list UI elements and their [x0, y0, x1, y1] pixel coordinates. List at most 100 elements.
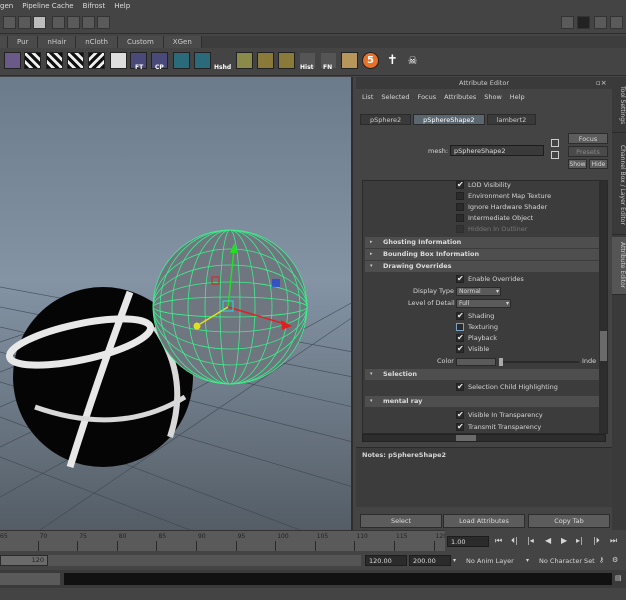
panel-toggle-icon[interactable]: [610, 16, 623, 29]
shelf-tab-partial[interactable]: [0, 36, 8, 48]
ae-menu-focus[interactable]: Focus: [418, 93, 437, 101]
shelf-tab-pur[interactable]: Pur: [8, 36, 39, 48]
output-connection-icon[interactable]: [551, 151, 559, 159]
shelf-tool-icon-7[interactable]: [341, 52, 358, 69]
copy-tab-button[interactable]: Copy Tab: [528, 514, 610, 528]
status-icon-6[interactable]: [82, 16, 95, 29]
playback-checkbox[interactable]: [456, 332, 464, 343]
badge-icon[interactable]: 5: [362, 52, 379, 69]
shelf-tab-custom[interactable]: Custom: [117, 36, 164, 48]
step-forward-icon[interactable]: |⏵: [593, 536, 600, 546]
focus-button[interactable]: Focus: [568, 133, 608, 144]
checker-icon-2[interactable]: [46, 52, 63, 69]
level-of-detail-dropdown[interactable]: Full: [456, 299, 511, 308]
current-frame-field[interactable]: 1.00: [447, 536, 489, 547]
shelf-tab-nhair[interactable]: nHair: [38, 36, 77, 48]
play-forward-icon[interactable]: ▶: [561, 536, 567, 545]
hide-button[interactable]: Hide: [589, 159, 608, 169]
color-swatch[interactable]: [456, 358, 496, 366]
skeleton-icon[interactable]: ✝: [384, 52, 401, 69]
mesh-name-field[interactable]: pSphereShape2: [450, 145, 544, 156]
shelf-tool-icon-1[interactable]: [4, 52, 21, 69]
shelf-tool-icon-4[interactable]: [236, 52, 253, 69]
tab-lambert2[interactable]: lambert2: [486, 114, 537, 125]
display-type-dropdown[interactable]: Normal: [456, 287, 501, 296]
horizontal-scrollbar-thumb[interactable]: [456, 435, 476, 441]
menu-item-help[interactable]: Help: [114, 2, 130, 10]
mel-input[interactable]: [0, 573, 60, 585]
go-to-start-icon[interactable]: ⏮: [495, 536, 502, 546]
enable-overrides-checkbox[interactable]: [456, 273, 464, 284]
menu-item-bifrost[interactable]: Bifrost: [83, 2, 106, 10]
status-icon-2[interactable]: [18, 16, 31, 29]
presets-button[interactable]: Presets: [568, 146, 608, 157]
transmit-transparency-checkbox[interactable]: [456, 421, 464, 432]
status-icon-3[interactable]: [33, 16, 46, 29]
load-attributes-button[interactable]: Load Attributes: [443, 514, 525, 528]
ae-menu-help[interactable]: Help: [510, 93, 525, 101]
vertical-scrollbar[interactable]: [599, 181, 607, 433]
lod-visibility-checkbox[interactable]: [456, 181, 464, 190]
char-set-label[interactable]: No Character Set: [539, 557, 595, 565]
select-button[interactable]: Select: [360, 514, 442, 528]
tab-psphere2[interactable]: pSphere2: [360, 114, 412, 125]
play-backward-icon[interactable]: ◀: [545, 536, 551, 545]
anim-end-field[interactable]: 200.00: [409, 555, 451, 566]
ae-menu-attributes[interactable]: Attributes: [444, 93, 476, 101]
selection-child-checkbox[interactable]: [456, 381, 464, 392]
status-icon-7[interactable]: [97, 16, 110, 29]
snap-icon[interactable]: [561, 16, 574, 29]
checker-icon-4[interactable]: [88, 52, 105, 69]
input-connection-icon[interactable]: [551, 139, 559, 147]
section-drawing-overrides[interactable]: Drawing Overrides: [365, 261, 599, 272]
checker-icon-3[interactable]: [67, 52, 84, 69]
shading-checkbox[interactable]: [456, 310, 464, 321]
char-set-dropdown-icon[interactable]: ▾: [526, 557, 529, 564]
color-index-slider-handle[interactable]: [499, 358, 503, 366]
step-back-icon[interactable]: ⏴|: [511, 536, 518, 546]
ae-menu-show[interactable]: Show: [484, 93, 502, 101]
horizontal-scrollbar[interactable]: [362, 434, 606, 442]
prev-key-icon[interactable]: |◂: [527, 536, 534, 545]
ae-menu-list[interactable]: List: [362, 93, 373, 101]
section-mental-ray[interactable]: mental ray: [365, 396, 599, 407]
checker-icon-5[interactable]: [110, 52, 127, 69]
shelf-tool-icon-2[interactable]: [173, 52, 190, 69]
ae-menu-selected[interactable]: Selected: [381, 93, 409, 101]
status-icon-4[interactable]: [52, 16, 65, 29]
go-to-end-icon[interactable]: ⏭: [610, 536, 617, 546]
tab-attribute-editor[interactable]: Attribute Editor: [612, 237, 626, 295]
range-end-field[interactable]: 120.00: [365, 555, 407, 566]
color-index-slider[interactable]: [501, 361, 579, 363]
menu-item-pipeline-cache[interactable]: Pipeline Cache: [22, 2, 73, 10]
shelf-tool-icon-6[interactable]: [278, 52, 295, 69]
anim-layer-dropdown-icon[interactable]: ▾: [453, 557, 456, 564]
next-key-icon[interactable]: ▸|: [576, 536, 583, 545]
checker-icon-1[interactable]: [24, 52, 41, 69]
visible-transparency-checkbox[interactable]: [456, 409, 464, 420]
ignore-hw-checkbox[interactable]: [456, 203, 464, 211]
panel-options-icon[interactable]: ▫×: [596, 79, 607, 87]
section-ghosting[interactable]: Ghosting Information: [365, 237, 599, 248]
time-slider[interactable]: 65 70 75 80 85 90 95 100 105 110 115 120: [0, 530, 447, 551]
skull-icon[interactable]: ☠: [404, 52, 421, 69]
status-icon-5[interactable]: [67, 16, 80, 29]
render-icon[interactable]: [577, 16, 590, 29]
vertical-scrollbar-thumb[interactable]: [600, 331, 607, 361]
anim-layer-label[interactable]: No Anim Layer: [466, 557, 514, 565]
render-view-icon[interactable]: [594, 16, 607, 29]
shelf-tab-xgen[interactable]: XGen: [163, 36, 202, 48]
menu-item-gen[interactable]: gen: [0, 2, 13, 10]
viewport-3d[interactable]: [0, 77, 353, 530]
range-slider-thumb[interactable]: 120: [0, 555, 48, 566]
key-icon[interactable]: ⚷: [599, 556, 604, 564]
visible-checkbox[interactable]: [456, 343, 464, 354]
section-selection[interactable]: Selection: [365, 369, 599, 380]
shelf-tool-icon-3[interactable]: [194, 52, 211, 69]
script-editor-icon[interactable]: ▤: [615, 574, 622, 582]
tab-channel-box-layer-editor[interactable]: Channel Box / Layer Editor: [612, 135, 626, 235]
shelf-tool-icon-5[interactable]: [257, 52, 274, 69]
env-map-checkbox[interactable]: [456, 192, 464, 200]
tab-tool-settings[interactable]: Tool Settings: [612, 79, 626, 133]
show-button[interactable]: Show: [568, 159, 587, 169]
